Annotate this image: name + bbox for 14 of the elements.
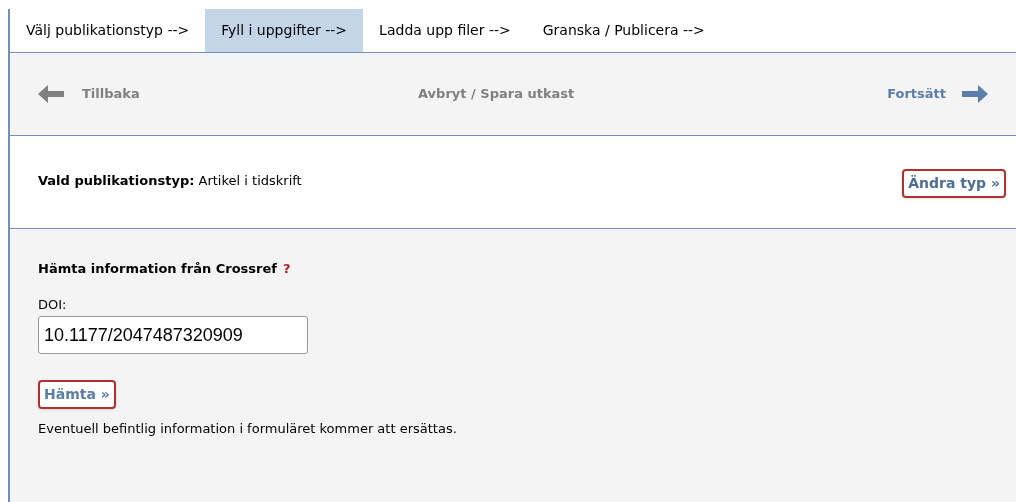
right-arrow-icon [962, 84, 988, 104]
continue-link[interactable]: Fortsätt [887, 84, 946, 104]
doi-input-field[interactable]: 10.1177/2047487320909 [38, 316, 308, 354]
left-arrow-icon [38, 84, 64, 104]
back-link[interactable]: Tillbaka [82, 84, 140, 104]
publication-type-text: Vald publikationstyp: Artikel i tidskrift [38, 172, 302, 190]
help-link[interactable]: ? [283, 259, 291, 279]
change-type-button[interactable]: Ändra typ » [902, 169, 1006, 198]
step-tab[interactable]: Fyll i uppgifter --> [205, 9, 364, 52]
section-heading: Hämta information från Crossref [38, 260, 277, 278]
note-text: Eventuell befintlig information i formuläret kommer att ersättas. [38, 420, 458, 438]
fetch-button[interactable]: Hämta » [38, 380, 116, 409]
cancel-save-draft-link[interactable]: Avbryt / Spara utkast [418, 86, 575, 102]
field-label: DOI: [38, 295, 68, 314]
